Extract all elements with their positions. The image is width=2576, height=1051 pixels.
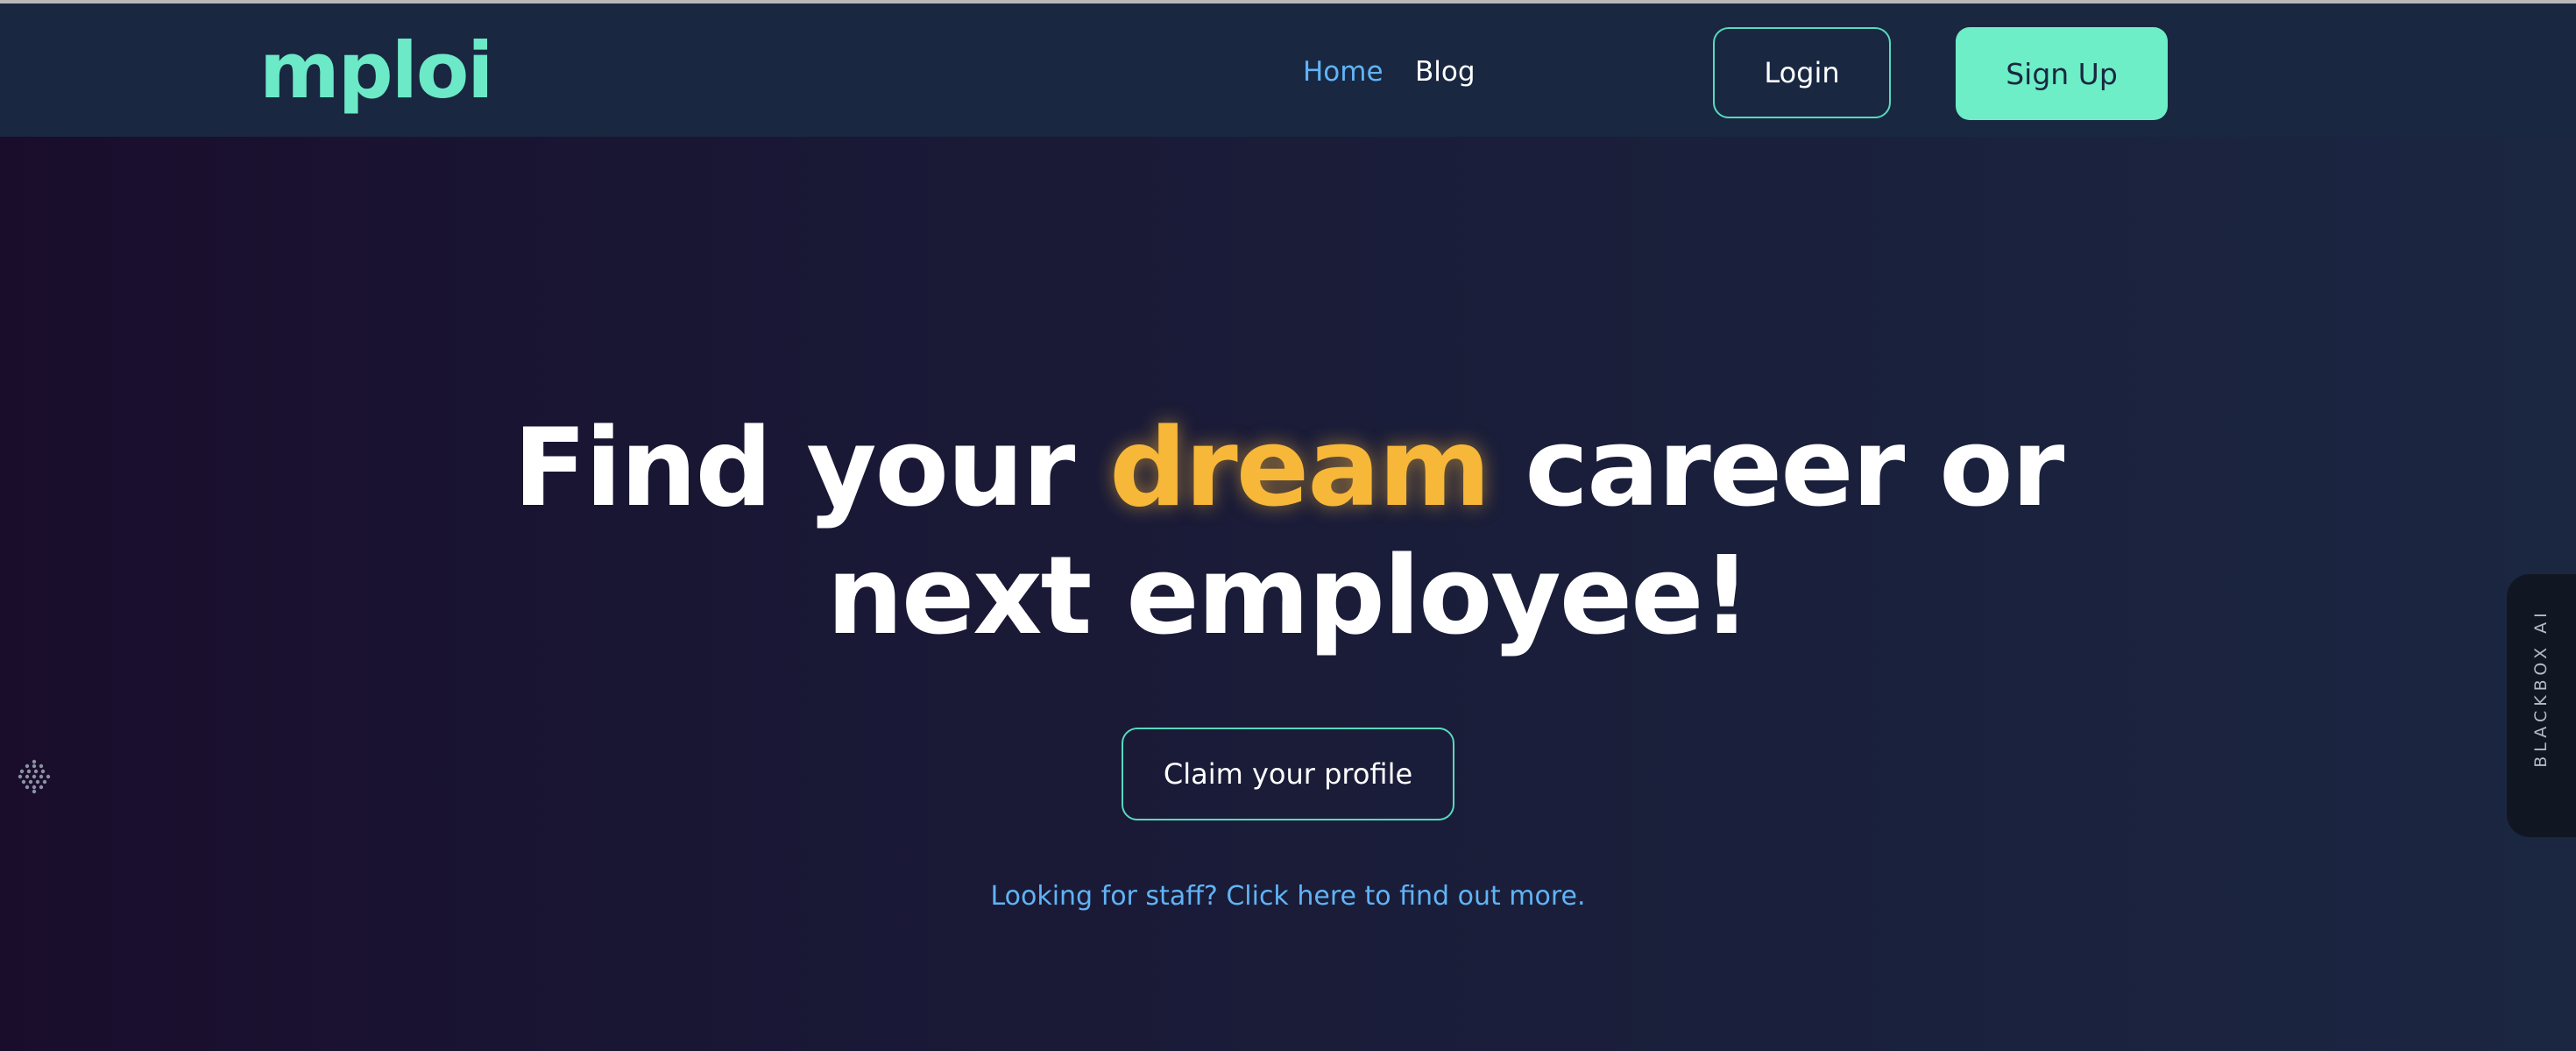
signup-button[interactable]: Sign Up [1956,27,2168,120]
nav-home-link[interactable]: Home [1303,54,1384,89]
hero-title: Find your dream career or next employee! [456,405,2120,661]
staff-info-link[interactable]: Looking for staff? Click here to find ou… [762,879,1814,914]
nav-blog-link[interactable]: Blog [1415,54,1476,89]
hero-title-accent: dream [1109,406,1490,531]
blackbox-ai-widget[interactable]: BLACKBOX AI [2507,574,2576,837]
hero-title-part1: Find your [513,406,1110,531]
mploi-logo[interactable]: mploi [259,32,493,110]
blackbox-dots-icon [18,759,51,794]
blackbox-ai-label: BLACKBOX AI [2531,608,2551,768]
login-button[interactable]: Login [1713,27,1891,118]
claim-profile-button[interactable]: Claim your profile [1122,728,1454,820]
top-navbar: mploi Home Blog Login Sign Up [0,4,2576,137]
